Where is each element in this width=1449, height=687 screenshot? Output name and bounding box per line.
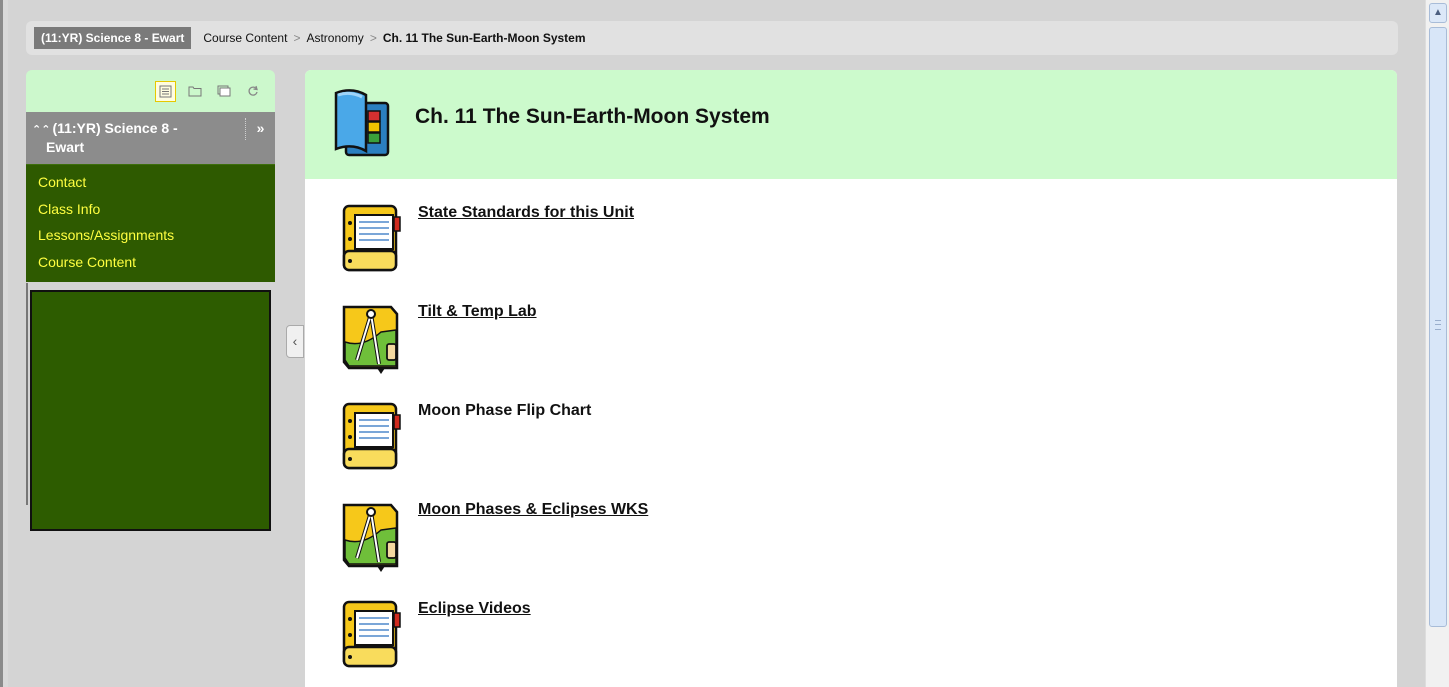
main-content: Ch. 11 The Sun-Earth-Moon System State S… — [305, 70, 1397, 687]
notebook-icon — [341, 203, 403, 278]
binder-icon — [332, 85, 394, 164]
list-item: Eclipse Videos — [305, 595, 1397, 687]
window-icon[interactable] — [213, 81, 234, 102]
content-link-eclipse-videos[interactable]: Eclipse Videos — [418, 600, 531, 618]
list-item: Tilt & Temp Lab — [305, 298, 1397, 397]
list-item: State Standards for this Unit — [305, 199, 1397, 298]
sidebar-course-header[interactable]: ⌃⌃ (11:YR) Science 8 - Ewart » — [26, 112, 275, 164]
sidebar-content-box — [30, 290, 271, 531]
content-link-state-standards[interactable]: State Standards for this Unit — [418, 204, 634, 222]
collapse-sidebar-handle[interactable]: ‹ — [286, 325, 304, 358]
breadcrumb-item-course-content[interactable]: Course Content — [203, 31, 287, 45]
refresh-icon[interactable] — [242, 81, 263, 102]
list-item: Moon Phase Flip Chart — [305, 397, 1397, 496]
sidebar: ⌃⌃ (11:YR) Science 8 - Ewart » Contact Cl… — [26, 70, 275, 531]
sidebar-course-title: (11:YR) Science 8 - — [52, 120, 178, 136]
content-list: State Standards for this Unit Tilt & Tem… — [305, 179, 1397, 687]
sidebar-item-course-content[interactable]: Course Content — [38, 249, 275, 276]
notebook-icon — [341, 599, 403, 674]
sidebar-edge-strip — [26, 283, 28, 505]
sidebar-item-class-info[interactable]: Class Info — [38, 196, 275, 223]
drafting-compass-icon — [341, 500, 403, 577]
scrollbar-grip-icon — [1435, 320, 1441, 330]
breadcrumb-home[interactable]: (11:YR) Science 8 - Ewart — [34, 27, 192, 49]
scrollbar-thumb[interactable] — [1429, 27, 1447, 627]
list-view-icon[interactable] — [155, 80, 176, 102]
breadcrumb: (11:YR) Science 8 - Ewart Course Content… — [26, 21, 1398, 55]
expand-sidebar-button[interactable]: » — [245, 118, 275, 140]
sidebar-item-contact[interactable]: Contact — [38, 169, 275, 196]
notebook-icon — [341, 401, 403, 476]
page-header: Ch. 11 The Sun-Earth-Moon System — [305, 70, 1397, 179]
drafting-compass-icon — [341, 302, 403, 379]
sidebar-course-title-line2: Ewart — [46, 139, 85, 155]
folder-icon[interactable] — [184, 81, 205, 102]
breadcrumb-separator: > — [369, 31, 377, 45]
window-left-inner-edge — [3, 0, 8, 687]
list-item: Moon Phases & Eclipses WKS — [305, 496, 1397, 595]
sidebar-toolbar — [26, 70, 275, 112]
breadcrumb-current: Ch. 11 The Sun-Earth-Moon System — [382, 31, 586, 45]
vertical-scrollbar[interactable]: ▲ — [1425, 0, 1449, 687]
breadcrumb-separator: > — [293, 31, 301, 45]
page-title: Ch. 11 The Sun-Earth-Moon System — [415, 104, 770, 128]
content-title-moon-phase-flip-chart: Moon Phase Flip Chart — [418, 402, 592, 419]
sidebar-item-lessons-assignments[interactable]: Lessons/Assignments — [38, 222, 275, 249]
sidebar-nav: Contact Class Info Lessons/Assignments C… — [26, 164, 275, 282]
breadcrumb-item-astronomy[interactable]: Astronomy — [306, 31, 363, 45]
content-link-moon-phases-eclipses-wks[interactable]: Moon Phases & Eclipses WKS — [418, 501, 648, 519]
content-link-tilt-temp-lab[interactable]: Tilt & Temp Lab — [418, 303, 537, 321]
scroll-up-button[interactable]: ▲ — [1429, 3, 1447, 23]
collapse-up-icon[interactable]: ⌃⌃ — [32, 124, 50, 136]
